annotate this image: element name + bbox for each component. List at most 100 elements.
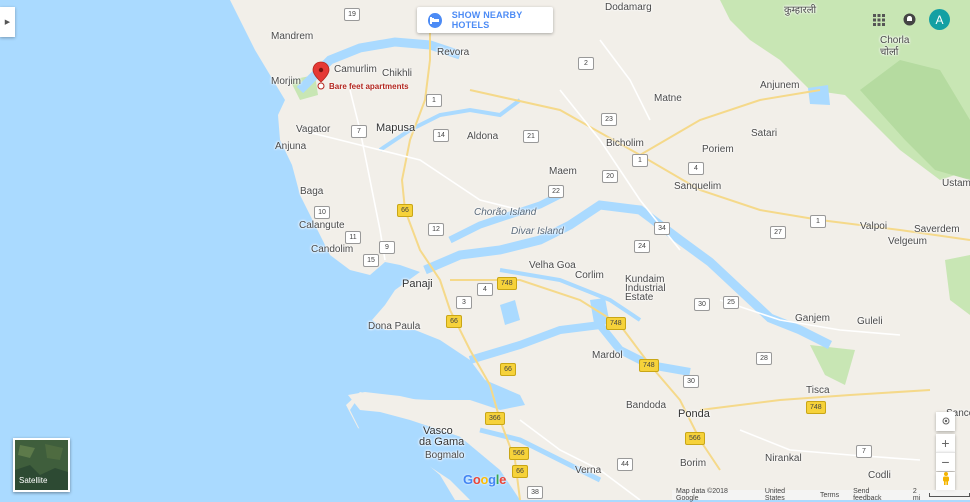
highway-shield: 66 [500,363,516,376]
place-label-camurlim: Camurlim [334,64,377,75]
route-shield: 3 [456,296,472,309]
place-label-codli: Codli [868,470,891,481]
route-shield: 27 [770,226,786,239]
route-shield: 24 [634,240,650,253]
highway-shield: 566 [685,432,705,445]
route-shield: 19 [344,8,360,21]
terms-link[interactable]: Terms [820,492,839,499]
route-shield: 11 [345,231,361,244]
place-label-bicholim: Bicholim [606,138,644,149]
place-label-ganjem: Ganjem [795,313,831,324]
place-label-vagator: Vagator [296,124,331,135]
route-shield: 4 [477,283,493,296]
place-label-nirankal: Nirankal [765,453,802,464]
bed-icon [428,12,442,28]
apps-grid-icon[interactable] [873,13,885,26]
place-label-maem: Maem [549,166,577,177]
place-label-tisca: Tisca [806,385,830,396]
route-shield: 1 [426,94,442,107]
my-location-icon [941,413,951,431]
zoom-in-button[interactable]: + [936,434,955,452]
place-label-kumbharli: कुम्हारली [784,5,817,16]
place-label-mapusa: Mapusa [376,122,416,134]
route-shield: 15 [363,254,379,267]
highway-shield: 748 [497,277,517,290]
route-shield: 38 [527,486,543,499]
notifications-icon[interactable] [903,13,916,26]
place-label-morjim: Morjim [271,76,301,87]
place-label-verna: Verna [575,465,602,476]
place-label-guleli: Guleli [857,316,883,327]
place-label-da-gama: da Gama [419,436,465,448]
route-shield: 25 [723,296,739,309]
pegman-button[interactable] [936,472,955,490]
place-label-matne: Matne [654,93,682,104]
place-label-dodamarg: Dodamarg [605,2,652,13]
place-label-mandrem: Mandrem [271,31,314,42]
route-shield: 10 [314,206,330,219]
place-label-velha-goa: Velha Goa [529,260,576,271]
satellite-layer-toggle[interactable]: Satellite [13,438,70,492]
highway-shield: 748 [639,359,659,372]
place-label-panaji: Panaji [402,278,433,290]
route-shield: 12 [428,223,444,236]
place-label-estate: Estate [625,292,654,303]
route-shield: 30 [683,375,699,388]
place-label-aldona: Aldona [467,131,499,142]
place-label-ustam: Ustam [942,178,970,189]
lake-3 [808,85,830,105]
route-shield: 30 [694,298,710,311]
place-label-ponda: Ponda [678,408,710,420]
route-shield: 22 [548,185,564,198]
chevron-right-icon: ▶ [4,19,11,26]
zoom-out-button[interactable]: − [936,452,955,471]
place-label-candolim: Candolim [311,244,354,255]
place-label-bandoda: Bandoda [626,400,667,411]
my-location-button[interactable] [936,412,955,431]
place-label-corlim: Corlim [575,270,604,281]
place-label-chikhli: Chikhli [382,68,413,79]
place-label-anjunem: Anjunem [760,80,800,91]
place-label-chorla-local: चोर्ला [880,47,899,58]
place-label-valpoi: Valpoi [860,221,888,232]
place-label-sanquelim: Sanquelim [674,181,722,192]
place-label-mardol: Mardol [592,350,623,361]
account-avatar[interactable]: A [929,9,950,30]
show-nearby-hotels-button[interactable]: SHOW NEARBY HOTELS [417,7,553,33]
google-logo: Google [463,472,507,487]
place-label-chorao-island: Chorão Island [474,207,537,218]
highway-shield: 66 [512,465,528,478]
place-label-calangute: Calangute [299,220,345,231]
side-panel-toggle[interactable]: ▶ [0,7,15,37]
highway-shield: 566 [509,447,529,460]
highway-shield: 66 [397,204,413,217]
route-shield: 23 [601,113,617,126]
place-label-bogmalo: Bogmalo [425,450,465,461]
place-label-divar-island: Divar Island [511,226,564,237]
scale-bar [928,493,970,497]
route-shield: 21 [523,130,539,143]
highway-shield: 748 [806,401,826,414]
place-label-baga: Baga [300,186,324,197]
route-shield: 1 [632,154,648,167]
place-label-borim: Borim [680,458,707,469]
place-label-saverdem: Saverdem [914,224,960,235]
route-shield: 28 [756,352,772,365]
route-shield: 2 [578,57,594,70]
route-shield: 9 [379,241,395,254]
hotel-button-label: SHOW NEARBY HOTELS [451,10,523,30]
route-shield: 4 [688,162,704,175]
satellite-label: Satellite [19,476,48,485]
place-marker-label[interactable]: Bare feet apartments [329,82,409,91]
map-canvas[interactable] [0,0,970,500]
route-shield: 34 [654,222,670,235]
route-shield: 7 [856,445,872,458]
highway-shield: 66 [446,315,462,328]
route-shield: 7 [351,125,367,138]
place-label-poriem: Poriem [702,144,734,155]
map-footer: Map data ©2018 Google United States Term… [672,488,970,502]
place-label-satari: Satari [751,128,778,139]
highway-shield: 748 [606,317,626,330]
place-label-dona-paula: Dona Paula [368,321,421,332]
route-shield: 14 [433,129,449,142]
